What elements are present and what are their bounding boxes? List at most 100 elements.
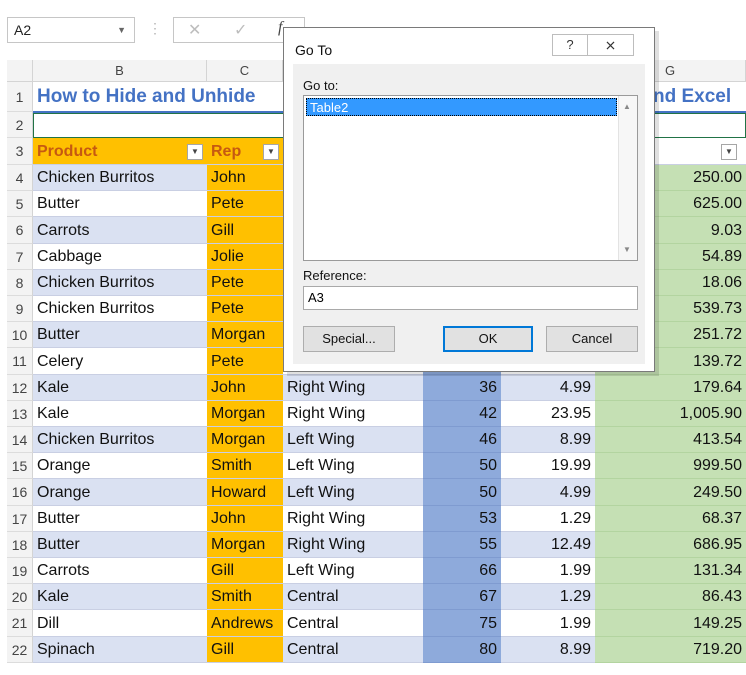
cell-quantity[interactable]: 66 (423, 558, 501, 584)
row-header[interactable]: 13 (7, 401, 33, 427)
cell-sales[interactable]: 131.34 (595, 558, 746, 584)
reference-input[interactable]: A3 (303, 286, 638, 310)
cancel-icon[interactable]: ✕ (188, 20, 201, 40)
cell-rep[interactable]: Gill (207, 637, 283, 663)
cell-rep[interactable]: Pete (207, 191, 283, 217)
cell-rep[interactable]: John (207, 165, 283, 191)
cell-rep[interactable]: Andrews (207, 610, 283, 637)
cell-product[interactable]: Carrots (33, 217, 207, 244)
cell-sales[interactable]: 68.37 (595, 506, 746, 532)
cell-rep[interactable]: Smith (207, 453, 283, 479)
cell-product[interactable]: Cabbage (33, 244, 207, 270)
cell-rep[interactable]: Smith (207, 584, 283, 610)
cell-region[interactable]: Right Wing (283, 506, 423, 532)
list-item[interactable]: Table2 (306, 98, 617, 116)
filter-dropdown-icon[interactable]: ▼ (721, 144, 737, 160)
cell-sales[interactable]: 1,005.90 (595, 401, 746, 427)
row-header[interactable]: 1 (7, 82, 33, 112)
cell-sales[interactable]: 86.43 (595, 584, 746, 610)
cell-product[interactable]: Carrots (33, 558, 207, 584)
cell-product[interactable]: Celery (33, 348, 207, 375)
cell-rep[interactable]: Pete (207, 270, 283, 296)
select-all-corner[interactable] (7, 60, 33, 82)
cell-rep[interactable]: Pete (207, 296, 283, 322)
row-header[interactable]: 19 (7, 558, 33, 584)
column-header-c[interactable]: C (207, 60, 283, 82)
cell-rep[interactable]: Morgan (207, 532, 283, 558)
filter-dropdown-icon[interactable]: ▼ (187, 144, 203, 160)
cell-product[interactable]: Dill (33, 610, 207, 637)
cell-sales[interactable]: 249.50 (595, 479, 746, 506)
row-header[interactable]: 21 (7, 610, 33, 637)
cell-quantity[interactable]: 53 (423, 506, 501, 532)
cell-quantity[interactable]: 36 (423, 375, 501, 401)
insert-function-icon[interactable]: f (278, 19, 282, 37)
cell-product[interactable]: Kale (33, 401, 207, 427)
row-header[interactable]: 15 (7, 453, 33, 479)
cell-rep[interactable]: Morgan (207, 401, 283, 427)
cell-region[interactable]: Left Wing (283, 453, 423, 479)
enter-icon[interactable]: ✓ (234, 20, 247, 40)
row-header[interactable]: 4 (7, 165, 33, 191)
cell-product[interactable]: Chicken Burritos (33, 165, 207, 191)
row-header[interactable]: 17 (7, 506, 33, 532)
cell-quantity[interactable]: 42 (423, 401, 501, 427)
cell-region[interactable]: Left Wing (283, 427, 423, 453)
row-header[interactable]: 3 (7, 138, 33, 165)
cell-rep[interactable]: Pete (207, 348, 283, 375)
cell-quantity[interactable]: 46 (423, 427, 501, 453)
row-header[interactable]: 10 (7, 322, 33, 348)
row-header[interactable]: 20 (7, 584, 33, 610)
cell-sales[interactable]: 999.50 (595, 453, 746, 479)
cell-quantity[interactable]: 55 (423, 532, 501, 558)
cell-region[interactable]: Left Wing (283, 479, 423, 506)
goto-listbox[interactable]: Table2 ▲ ▼ (303, 95, 638, 261)
cell-rep[interactable]: Morgan (207, 322, 283, 348)
cell-product[interactable]: Chicken Burritos (33, 270, 207, 296)
cell-sales[interactable]: 179.64 (595, 375, 746, 401)
row-header[interactable]: 12 (7, 375, 33, 401)
chevron-down-icon[interactable]: ▼ (117, 18, 126, 42)
name-box[interactable]: A2 ▼ (7, 17, 135, 43)
cell-region[interactable]: Central (283, 584, 423, 610)
cell-price[interactable]: 4.99 (501, 479, 595, 506)
cell-sales[interactable]: 686.95 (595, 532, 746, 558)
cell-rep[interactable]: Gill (207, 558, 283, 584)
cell-product[interactable]: Butter (33, 506, 207, 532)
cell-region[interactable]: Right Wing (283, 401, 423, 427)
listbox-scrollbar[interactable]: ▲ ▼ (618, 96, 637, 260)
cell-product[interactable]: Chicken Burritos (33, 427, 207, 453)
cell-price[interactable]: 8.99 (501, 637, 595, 663)
cell-price[interactable]: 1.99 (501, 558, 595, 584)
ok-button[interactable]: OK (443, 326, 533, 352)
cell-price[interactable]: 1.29 (501, 506, 595, 532)
cell-product[interactable]: Orange (33, 453, 207, 479)
cell-quantity[interactable]: 50 (423, 479, 501, 506)
row-header[interactable]: 5 (7, 191, 33, 217)
row-header[interactable]: 8 (7, 270, 33, 296)
cell-region[interactable]: Right Wing (283, 532, 423, 558)
column-header-b[interactable]: B (33, 60, 207, 82)
cell-product[interactable]: Butter (33, 322, 207, 348)
row-header[interactable]: 6 (7, 217, 33, 244)
row-header[interactable]: 9 (7, 296, 33, 322)
row-header[interactable]: 7 (7, 244, 33, 270)
close-button[interactable]: ⨯ (588, 34, 634, 56)
cell-price[interactable]: 4.99 (501, 375, 595, 401)
cell-quantity[interactable]: 50 (423, 453, 501, 479)
cell-product[interactable]: Butter (33, 532, 207, 558)
cell-price[interactable]: 8.99 (501, 427, 595, 453)
cell-region[interactable]: Right Wing (283, 375, 423, 401)
filter-dropdown-icon[interactable]: ▼ (263, 144, 279, 160)
cell-price[interactable]: 23.95 (501, 401, 595, 427)
special-button[interactable]: Special... (303, 326, 395, 352)
cell-rep[interactable]: John (207, 375, 283, 401)
row-header[interactable]: 14 (7, 427, 33, 453)
cell-quantity[interactable]: 67 (423, 584, 501, 610)
cell-price[interactable]: 19.99 (501, 453, 595, 479)
cell-product[interactable]: Spinach (33, 637, 207, 663)
cell-price[interactable]: 1.99 (501, 610, 595, 637)
row-header[interactable]: 18 (7, 532, 33, 558)
cell-price[interactable]: 12.49 (501, 532, 595, 558)
row-header[interactable]: 16 (7, 479, 33, 506)
